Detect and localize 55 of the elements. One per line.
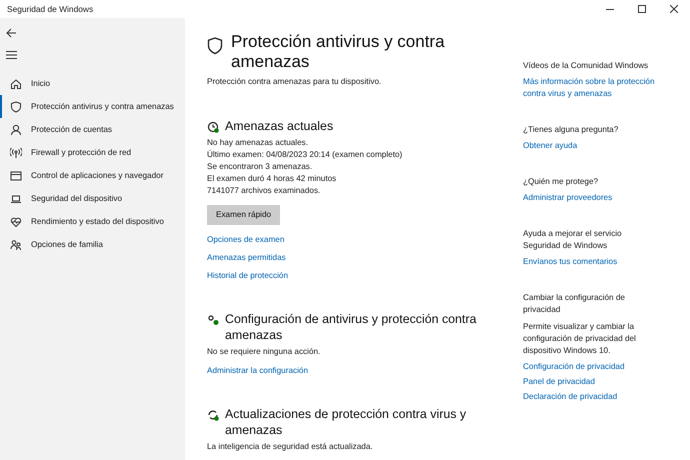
menu-icon [6, 51, 17, 60]
close-icon [670, 5, 678, 13]
link[interactable]: Envíanos tus comentarios [523, 256, 659, 268]
back-arrow-icon [6, 28, 17, 38]
link[interactable]: Declaración de privacidad [523, 389, 659, 404]
nav-item[interactable]: Protección de cuentas [0, 118, 185, 142]
shield-icon [207, 37, 223, 55]
nav-item[interactable]: Control de aplicaciones y navegador [0, 164, 185, 188]
link[interactable]: Opciones de examen [207, 231, 501, 249]
status-text: Se encontraron 3 amenazas. [207, 161, 314, 173]
gear-check-icon [207, 314, 219, 326]
section-heading: Amenazas actuales [225, 118, 334, 134]
laptop-icon [10, 192, 22, 205]
page-subtitle: Protección contra amenazas para tu dispositivo. [207, 76, 382, 88]
status-text: No se requiere ninguna acción. [207, 346, 322, 358]
clock-check-icon [207, 121, 219, 133]
link[interactable]: Administrar proveedores [523, 192, 659, 204]
aside-heading: Cambiar la configuración de privacidad [523, 292, 626, 316]
status-text: No hay amenazas actuales. [207, 137, 310, 149]
refresh-check-icon [207, 409, 219, 422]
link[interactable]: Más información sobre la protección contra virus y amenazas [523, 76, 659, 100]
aside-text: Permite visualizar y cambiar la configuración de privacidad del dispositivo Windows 10. [523, 321, 637, 357]
browser-window-icon [10, 170, 22, 182]
link[interactable]: Amenazas permitidas [207, 249, 501, 267]
aside-heading: Vídeos de la Comunidad Windows [523, 60, 650, 72]
aside-heading: ¿Quién me protege? [523, 176, 600, 188]
status-text: 7141077 archivos examinados. [207, 185, 322, 197]
people-icon [10, 238, 22, 251]
link[interactable]: Panel de privacidad [523, 374, 659, 389]
quick-scan-button[interactable]: Examen rápido [207, 205, 280, 225]
section-heading: Configuración de antivirus y protección contra amenazas [225, 311, 478, 343]
page-title: Protección antivirus y contra amenazas [231, 32, 446, 72]
status-text: Último examen: 04/08/2023 20:14 (examen completo) [207, 149, 404, 161]
nav-item[interactable]: Inicio [0, 72, 185, 96]
status-text: El examen duró 4 horas 42 minutos [207, 173, 338, 185]
aside-heading: ¿Tienes alguna pregunta? [523, 124, 620, 136]
nav-item[interactable]: Seguridad del dispositivo [0, 187, 185, 210]
nav-item[interactable]: Rendimiento y estado del dispositivo [0, 210, 185, 234]
home-icon [10, 78, 22, 90]
link[interactable]: Historial de protección [207, 267, 501, 285]
person-icon [10, 124, 22, 136]
antenna-icon [10, 146, 22, 159]
shield-icon [10, 100, 22, 113]
nav-item[interactable]: Protección antivirus y contra amenazas [0, 95, 185, 118]
nav-item[interactable]: Firewall y protección de red [0, 141, 185, 164]
link[interactable]: Administrar la configuración [207, 362, 501, 380]
status-text: La inteligencia de seguridad está actualizada. [207, 441, 374, 454]
section-heading: Actualizaciones de protección contra virus y amenazas [225, 406, 468, 438]
window-title: Seguridad de Windows [6, 3, 94, 15]
nav-item[interactable]: Opciones de familia [0, 233, 185, 256]
link[interactable]: Configuración de privacidad [523, 359, 659, 374]
aside-heading: Ayuda a mejorar el servicio Seguridad de Windows [523, 228, 623, 252]
maximize-icon [638, 5, 646, 13]
heart-icon [10, 216, 22, 228]
link[interactable]: Obtener ayuda [523, 140, 659, 152]
